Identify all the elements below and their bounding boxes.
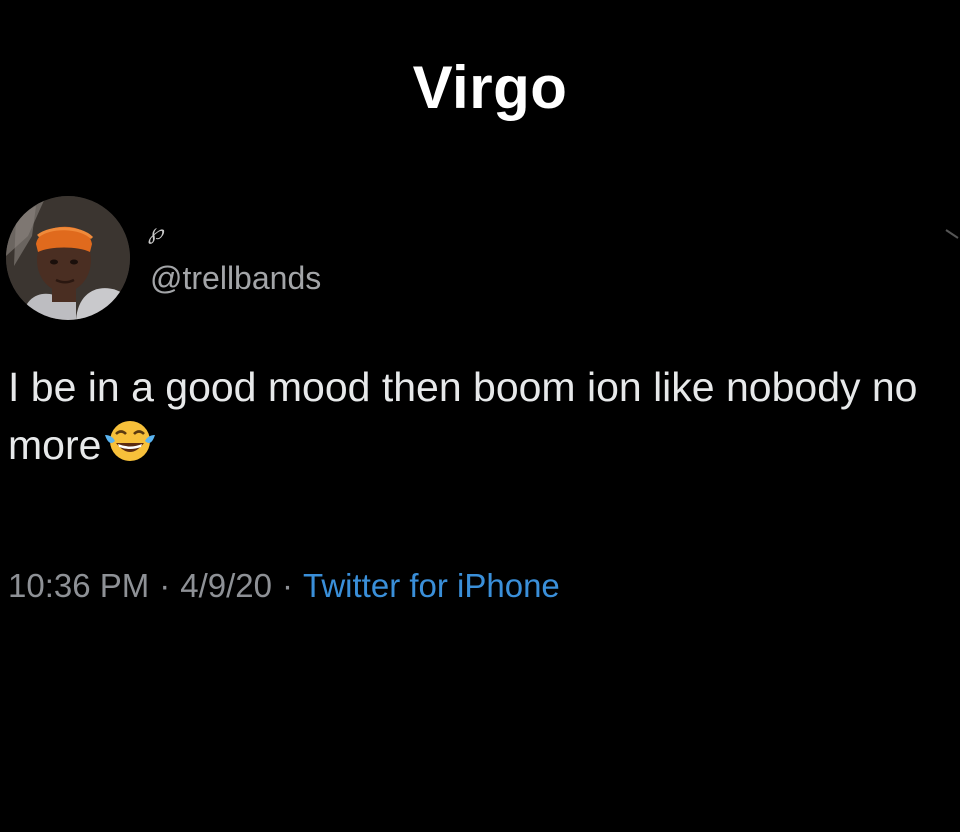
avatar[interactable] bbox=[6, 196, 130, 320]
laughing-crying-emoji-icon bbox=[103, 417, 157, 465]
chevron-down-icon[interactable] bbox=[944, 224, 960, 244]
meta-separator: · bbox=[159, 567, 171, 604]
avatar-image bbox=[6, 196, 130, 320]
tweet-source-link[interactable]: Twitter for iPhone bbox=[303, 567, 560, 604]
tweet-time: 10:36 PM bbox=[8, 567, 150, 604]
tweet-meta: 10:36 PM · 4/9/20 · Twitter for iPhone bbox=[8, 564, 560, 608]
display-name[interactable]: ℘ bbox=[148, 220, 163, 246]
caption-title: Virgo bbox=[412, 54, 568, 121]
tweet-text: I be in a good mood then boom ion like n… bbox=[8, 358, 938, 474]
meta-separator: · bbox=[282, 567, 293, 604]
tweet-card: ℘ @trellbands I be in a good mood then b… bbox=[0, 190, 960, 650]
user-handle[interactable]: @trellbands bbox=[150, 258, 321, 298]
tweet-date[interactable]: 4/9/20 bbox=[180, 567, 272, 604]
